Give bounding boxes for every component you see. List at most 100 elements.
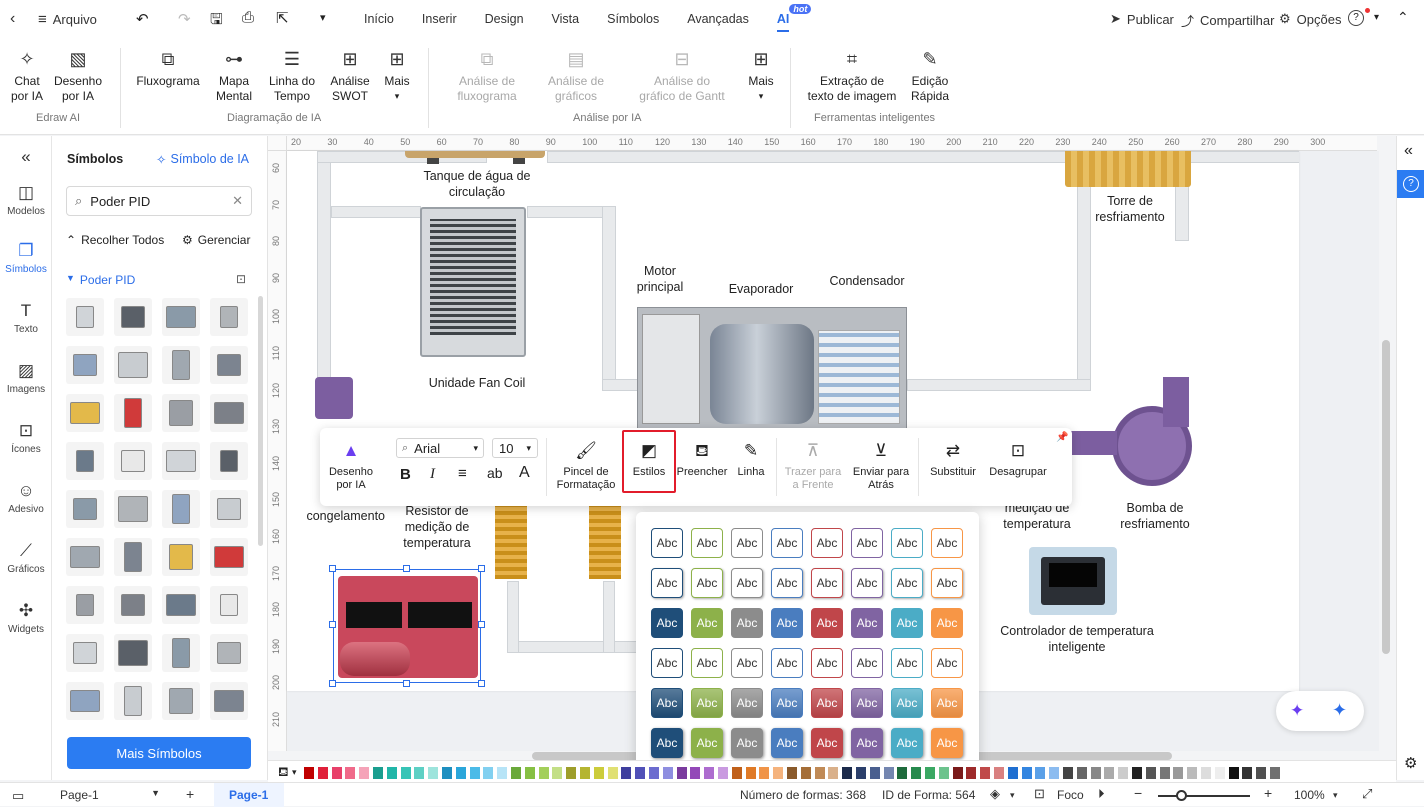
symbol-thumbnail[interactable] — [66, 346, 104, 384]
style-swatch[interactable]: Abc — [851, 648, 883, 678]
palette-color-swatch[interactable] — [883, 767, 894, 779]
style-swatch[interactable]: Abc — [851, 528, 883, 558]
ai-drawing-tool[interactable]: ▲ Desenho por IA — [326, 440, 376, 492]
resize-handle[interactable] — [403, 565, 410, 572]
style-swatch[interactable]: Abc — [891, 648, 923, 678]
style-swatch[interactable]: Abc — [651, 528, 683, 558]
fit-page-icon[interactable]: ⤢ — [1362, 786, 1372, 802]
palette-color-swatch[interactable] — [373, 767, 383, 779]
controller-label[interactable]: Controlador de temperatura inteligente — [992, 623, 1162, 655]
add-page-icon[interactable]: + — [186, 786, 194, 802]
collapse-all-button[interactable]: ⌃ Recolher Todos — [66, 233, 164, 247]
nav-text[interactable]: T Texto — [0, 300, 52, 335]
style-swatch[interactable]: Abc — [771, 608, 803, 638]
palette-color-swatch[interactable] — [304, 767, 314, 779]
back-icon[interactable]: ‹ — [10, 10, 15, 28]
palette-color-swatch[interactable] — [386, 767, 397, 779]
ungroup-button[interactable]: ⊡ Desagrupar — [984, 440, 1052, 479]
symbol-thumbnail[interactable] — [114, 586, 152, 624]
palette-color-swatch[interactable] — [1063, 767, 1073, 779]
library-settings-icon[interactable]: ⊡ — [236, 272, 246, 286]
palette-color-swatch[interactable] — [911, 767, 922, 779]
style-swatch[interactable]: Abc — [811, 728, 843, 758]
palette-color-swatch[interactable] — [1256, 767, 1267, 779]
palette-color-swatch[interactable] — [1228, 767, 1239, 779]
palette-color-swatch[interactable] — [524, 767, 535, 779]
heat-exchanger-shape[interactable] — [495, 503, 527, 579]
pipe[interactable] — [507, 641, 637, 653]
symbol-thumbnail[interactable] — [114, 442, 152, 480]
more-dropdown-icon[interactable]: ▾ — [320, 11, 326, 24]
zoom-in-icon[interactable]: + — [1264, 785, 1272, 801]
style-swatch[interactable]: Abc — [931, 568, 963, 598]
chat-ai-button[interactable]: ✧ Chat por IA — [8, 48, 46, 104]
palette-color-swatch[interactable] — [469, 767, 480, 779]
cooling-tower-shape[interactable] — [1065, 151, 1191, 187]
symbol-thumbnail[interactable] — [210, 682, 248, 720]
page-tab[interactable]: Page-1 — [214, 783, 284, 807]
palette-color-swatch[interactable] — [331, 767, 342, 779]
tab-view[interactable]: Vista — [538, 0, 594, 38]
flowchart-button[interactable]: ⧉ Fluxograma — [134, 48, 202, 89]
style-swatch[interactable]: Abc — [891, 608, 923, 638]
style-swatch[interactable]: Abc — [771, 568, 803, 598]
palette-color-swatch[interactable] — [773, 767, 784, 779]
palette-color-swatch[interactable] — [759, 767, 770, 779]
mindmap-button[interactable]: ⊶ Mapa Mental — [212, 48, 256, 104]
style-swatch[interactable]: Abc — [771, 688, 803, 718]
symbol-thumbnail[interactable] — [114, 394, 152, 432]
symbol-thumbnail[interactable] — [66, 682, 104, 720]
italic-button[interactable]: I — [430, 466, 435, 483]
symbol-search[interactable]: ⌕ Poder PID ✕ — [66, 186, 252, 216]
pipe[interactable] — [602, 379, 642, 391]
resize-handle[interactable] — [478, 565, 485, 572]
vertical-scrollbar[interactable] — [1382, 340, 1390, 654]
fan-coil-shape[interactable] — [420, 207, 526, 357]
bring-front-button[interactable]: ⊼ Trazer para a Frente — [780, 440, 846, 492]
palette-color-swatch[interactable] — [787, 767, 797, 779]
help-panel-button[interactable]: ? — [1397, 170, 1424, 198]
save-icon[interactable]: 🖫 — [210, 9, 223, 34]
styles-button[interactable]: ◩ Estilos — [624, 440, 674, 479]
play-icon[interactable]: ⏵ — [1098, 786, 1105, 802]
palette-color-swatch[interactable] — [718, 767, 728, 779]
page-layout-icon[interactable]: ▭ — [12, 788, 24, 804]
style-swatch[interactable]: Abc — [691, 648, 723, 678]
evaporator-label[interactable]: Evaporador — [719, 281, 803, 297]
palette-color-swatch[interactable] — [1021, 767, 1032, 779]
symbol-thumbnail[interactable] — [210, 394, 248, 432]
chevron-down-icon[interactable]: ▾ — [1333, 790, 1338, 801]
style-swatch[interactable]: Abc — [931, 528, 963, 558]
style-swatch[interactable]: Abc — [731, 568, 763, 598]
chevron-down-icon[interactable]: ▾ — [1010, 790, 1015, 801]
palette-color-swatch[interactable] — [1270, 767, 1280, 779]
pipe[interactable] — [317, 151, 331, 411]
palette-color-swatch[interactable] — [1104, 767, 1115, 779]
palette-color-swatch[interactable] — [731, 767, 742, 779]
symbol-thumbnail[interactable] — [66, 394, 104, 432]
text-case-button[interactable]: ab — [487, 465, 503, 481]
tank-label[interactable]: Tanque de água de circulação — [407, 168, 547, 200]
palette-color-swatch[interactable] — [1076, 767, 1087, 779]
palette-color-swatch[interactable] — [442, 767, 452, 779]
zoom-out-icon[interactable]: − — [1134, 785, 1142, 801]
pipe[interactable] — [507, 581, 519, 653]
palette-color-swatch[interactable] — [1145, 767, 1156, 779]
palette-color-swatch[interactable] — [690, 767, 701, 779]
symbol-thumbnail[interactable] — [210, 586, 248, 624]
palette-color-swatch[interactable] — [317, 767, 328, 779]
style-swatch[interactable]: Abc — [811, 648, 843, 678]
chevron-down-icon[interactable]: ▾ — [292, 767, 297, 778]
style-swatch[interactable]: Abc — [891, 688, 923, 718]
palette-color-swatch[interactable] — [1090, 767, 1101, 779]
fan-coil-label[interactable]: Unidade Fan Coil — [407, 375, 547, 391]
style-swatch[interactable]: Abc — [651, 608, 683, 638]
ai-symbol-button[interactable]: ✧ Símbolo de IA — [156, 152, 249, 167]
resistor-label[interactable]: Resistor de medição de temperatura — [387, 503, 487, 551]
palette-color-swatch[interactable] — [897, 767, 908, 779]
symbol-thumbnail[interactable] — [162, 298, 200, 336]
undo-icon[interactable]: ↶ — [136, 10, 149, 28]
symbol-thumbnail[interactable] — [114, 682, 152, 720]
nav-symbols[interactable]: ❐ Símbolos — [0, 240, 52, 275]
style-swatch[interactable]: Abc — [851, 688, 883, 718]
